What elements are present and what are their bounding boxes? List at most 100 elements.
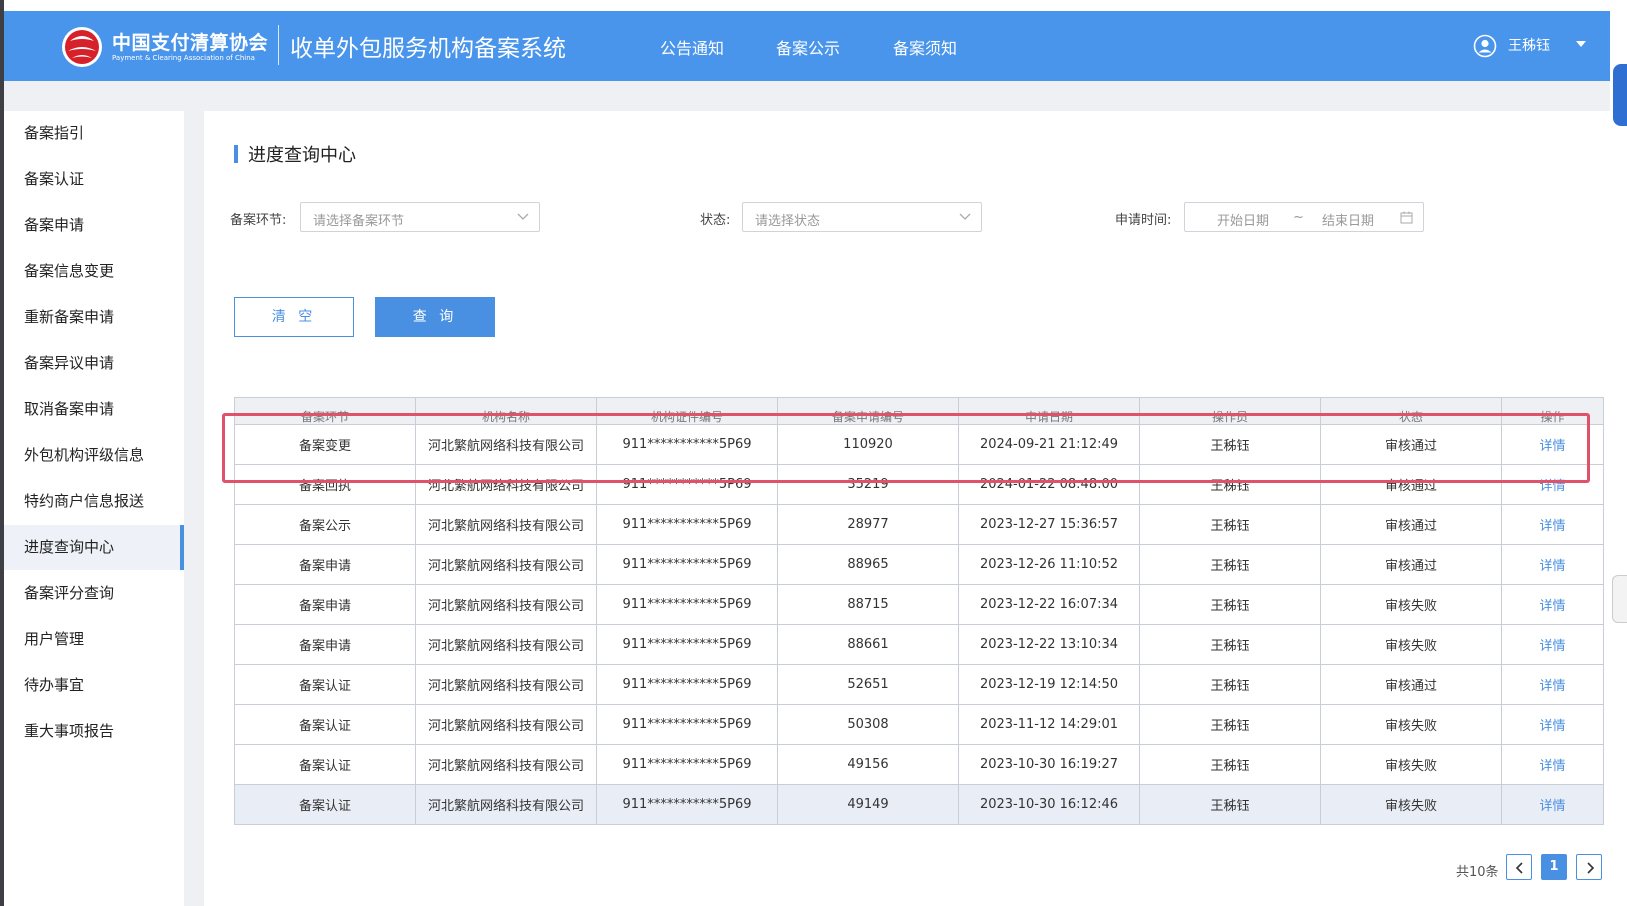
- page-number-current[interactable]: 1: [1541, 854, 1567, 880]
- cell-status: 审核失败: [1320, 584, 1502, 625]
- end-date-placeholder[interactable]: 结束日期: [1322, 210, 1374, 229]
- user-name[interactable]: 王秭钰: [1508, 35, 1550, 55]
- detail-link[interactable]: 详情: [1501, 704, 1604, 745]
- clear-button[interactable]: 清 空: [234, 297, 354, 337]
- page-title: 进度查询中心: [248, 145, 356, 166]
- sidebar-item-filing-guide[interactable]: 备案指引: [4, 111, 184, 156]
- cell-org-id: 911***********5P69: [596, 584, 778, 625]
- sidebar-item-rating-info[interactable]: 外包机构评级信息: [4, 433, 184, 478]
- sidebar-item-progress-center[interactable]: 进度查询中心: [4, 525, 184, 570]
- cell-org-id: 911***********5P69: [596, 704, 778, 745]
- sidebar-item-filing-application[interactable]: 备案申请: [4, 203, 184, 248]
- detail-link[interactable]: 详情: [1501, 624, 1604, 665]
- sidebar-item-user-management[interactable]: 用户管理: [4, 617, 184, 662]
- cell-stage: 备案认证: [234, 744, 416, 785]
- column-header: 备案环节: [234, 397, 416, 425]
- stage-select[interactable]: 请选择备案环节: [300, 202, 540, 232]
- detail-link[interactable]: 详情: [1501, 784, 1604, 825]
- sidebar-item-info-change[interactable]: 备案信息变更: [4, 249, 184, 294]
- next-page-button[interactable]: [1576, 854, 1602, 880]
- detail-link[interactable]: 详情: [1501, 664, 1604, 705]
- cell-status: 审核通过: [1320, 464, 1502, 505]
- nav-announcements[interactable]: 公告通知: [660, 35, 724, 59]
- stage-filter-label: 备案环节:: [230, 213, 287, 228]
- stage-select-placeholder: 请选择备案环节: [313, 214, 405, 229]
- cell-org-name: 河北繁航网络科技有限公司: [415, 704, 597, 745]
- nav-filing-publicity[interactable]: 备案公示: [776, 35, 840, 59]
- cell-org-name: 河北繁航网络科技有限公司: [415, 744, 597, 785]
- sidebar-item-merchant-report[interactable]: 特约商户信息报送: [4, 479, 184, 524]
- table-row: 备案认证 河北繁航网络科技有限公司 911***********5P69 503…: [234, 704, 1604, 745]
- cell-app-no: 35219: [777, 464, 959, 505]
- sidebar-item-todo[interactable]: 待办事宜: [4, 663, 184, 708]
- cell-app-no: 49156: [777, 744, 959, 785]
- cell-app-no: 88715: [777, 584, 959, 625]
- sidebar-item-objection[interactable]: 备案异议申请: [4, 341, 184, 386]
- sidebar-item-filing-certification[interactable]: 备案认证: [4, 157, 184, 202]
- caret-down-icon[interactable]: [1574, 39, 1588, 49]
- cell-org-id: 911***********5P69: [596, 624, 778, 665]
- status-select[interactable]: 请选择状态: [742, 202, 982, 232]
- table-row: 备案认证 河北繁航网络科技有限公司 911***********5P69 491…: [234, 744, 1604, 785]
- sidebar-item-major-report[interactable]: 重大事项报告: [4, 709, 184, 754]
- date-range-picker[interactable]: 开始日期 ~ 结束日期: [1184, 202, 1424, 232]
- cell-date: 2023-12-26 11:10:52: [958, 544, 1140, 585]
- cell-org-id: 911***********5P69: [596, 504, 778, 545]
- cell-date: 2023-10-30 16:19:27: [958, 744, 1140, 785]
- cell-stage: 备案变更: [234, 424, 416, 465]
- chevron-left-icon: [1515, 862, 1523, 874]
- header-gap-band: [4, 81, 1610, 111]
- query-button[interactable]: 查 询: [375, 297, 495, 337]
- detail-link[interactable]: 详情: [1501, 584, 1604, 625]
- cell-stage: 备案认证: [234, 784, 416, 825]
- top-header: 中国支付清算协会 Payment & Clearing Association …: [4, 11, 1610, 81]
- cell-stage: 备案申请: [234, 584, 416, 625]
- chevron-right-icon: [1587, 862, 1595, 874]
- sidebar-item-cancel-filing[interactable]: 取消备案申请: [4, 387, 184, 432]
- cell-date: 2023-10-30 16:12:46: [958, 784, 1140, 825]
- cell-date: 2023-12-22 13:10:34: [958, 624, 1140, 665]
- floating-side-tab[interactable]: [1613, 64, 1627, 126]
- sidebar-separator: [184, 111, 204, 906]
- cell-date: 2023-12-22 16:07:34: [958, 584, 1140, 625]
- cell-org-id: 911***********5P69: [596, 544, 778, 585]
- detail-link[interactable]: 详情: [1501, 744, 1604, 785]
- progress-table: 备案环节 机构名称 机构证件编号 备案申请编号 申请日期 操作员 状态 操作 备…: [234, 397, 1604, 825]
- cell-org-id: 911***********5P69: [596, 424, 778, 465]
- start-date-placeholder[interactable]: 开始日期: [1217, 210, 1269, 229]
- nav-filing-notice[interactable]: 备案须知: [893, 35, 957, 59]
- column-header: 操作员: [1139, 397, 1321, 425]
- detail-link[interactable]: 详情: [1501, 504, 1604, 545]
- detail-link[interactable]: 详情: [1501, 544, 1604, 585]
- sidebar-item-refiling[interactable]: 重新备案申请: [4, 295, 184, 340]
- detail-link[interactable]: 详情: [1501, 464, 1604, 505]
- cell-date: 2024-01-22 08:48:00: [958, 464, 1140, 505]
- cell-org-name: 河北繁航网络科技有限公司: [415, 584, 597, 625]
- system-title: 收单外包服务机构备案系统: [290, 36, 566, 62]
- cell-app-no: 28977: [777, 504, 959, 545]
- cell-operator: 王秭钰: [1139, 624, 1321, 665]
- cell-org-name: 河北繁航网络科技有限公司: [415, 664, 597, 705]
- cell-app-no: 52651: [777, 664, 959, 705]
- cell-operator: 王秭钰: [1139, 704, 1321, 745]
- cell-operator: 王秭钰: [1139, 544, 1321, 585]
- sidebar-item-score-query[interactable]: 备案评分查询: [4, 571, 184, 616]
- floating-side-tab-secondary[interactable]: [1612, 575, 1627, 623]
- user-circle-icon[interactable]: [1473, 34, 1497, 58]
- cell-date: 2023-12-19 12:14:50: [958, 664, 1140, 705]
- cell-stage: 备案申请: [234, 624, 416, 665]
- column-header: 操作: [1501, 397, 1604, 425]
- detail-link[interactable]: 详情: [1501, 424, 1604, 465]
- cell-app-no: 50308: [777, 704, 959, 745]
- cell-status: 审核通过: [1320, 544, 1502, 585]
- cell-app-no: 49149: [777, 784, 959, 825]
- cell-app-no: 88965: [777, 544, 959, 585]
- cell-operator: 王秭钰: [1139, 584, 1321, 625]
- pcac-logo-icon: [62, 27, 102, 67]
- cell-date: 2024-09-21 21:12:49: [958, 424, 1140, 465]
- cell-date: 2023-12-27 15:36:57: [958, 504, 1140, 545]
- org-name-en: Payment & Clearing Association of China: [112, 54, 255, 62]
- cell-status: 审核失败: [1320, 624, 1502, 665]
- cell-app-no: 110920: [777, 424, 959, 465]
- prev-page-button[interactable]: [1506, 854, 1532, 880]
